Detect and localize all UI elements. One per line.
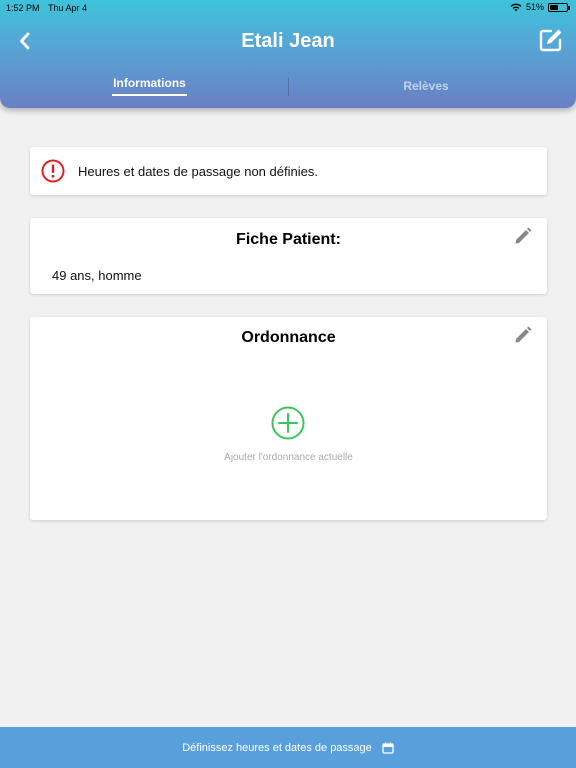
alert-text: Heures et dates de passage non définies.	[78, 164, 318, 179]
ordonnance-card: Ordonnance Ajouter l'ordonnance actuelle	[30, 317, 547, 520]
ordonnance-card-title: Ordonnance	[241, 329, 336, 346]
wifi-icon	[510, 3, 522, 12]
exclamation-circle-icon	[41, 159, 65, 183]
status-right: 51%	[510, 2, 570, 12]
battery-fill	[550, 4, 559, 10]
add-ordonnance-label[interactable]: Ajouter l'ordonnance actuelle	[30, 452, 547, 463]
tab-divider	[288, 78, 289, 96]
active-tab-indicator	[112, 94, 187, 96]
patient-card: Fiche Patient: 49 ans, homme	[30, 218, 547, 294]
tab-informations[interactable]: Informations	[112, 76, 187, 90]
status-time: 1:52 PM	[6, 3, 40, 13]
ordonnance-edit-pencil-icon[interactable]	[513, 325, 533, 345]
edit-square-icon	[539, 29, 562, 52]
header: 1:52 PM Thu Apr 4 51% Etali Jean Informa…	[0, 0, 576, 108]
battery-percent: 51%	[525, 2, 544, 12]
page-title: Etali Jean	[241, 30, 335, 52]
patient-info: 49 ans, homme	[52, 268, 142, 283]
status-date: Thu Apr 4	[48, 3, 88, 13]
battery-tip	[568, 5, 570, 10]
patient-edit-pencil-icon[interactable]	[513, 226, 533, 246]
battery-icon	[548, 2, 570, 12]
edit-button[interactable]	[538, 27, 564, 53]
tab-releves[interactable]: Relèves	[390, 79, 462, 93]
alert-card: Heures et dates de passage non définies.	[30, 147, 547, 195]
set-schedule-button[interactable]: Définissez heures et dates de passage	[0, 727, 576, 768]
calendar-icon	[382, 742, 394, 754]
status-bar: 1:52 PM Thu Apr 4 51%	[0, 0, 576, 16]
patient-card-title: Fiche Patient:	[236, 231, 341, 248]
set-schedule-label: Définissez heures et dates de passage	[182, 741, 372, 754]
plus-circle-icon[interactable]	[270, 405, 306, 441]
tab-bar: Informations Relèves	[0, 74, 576, 102]
